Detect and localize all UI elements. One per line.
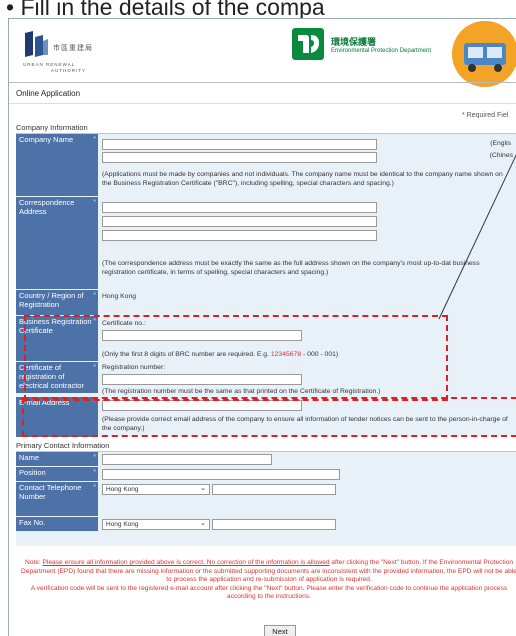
next-button[interactable]: Next [264,625,296,636]
application-window: 市區重建局 URBAN RENEWAL AUTHORITY 環境保護署 Envi… [8,18,516,636]
correspondence-address-cell: (The correspondence address must be exac… [98,197,516,289]
telephone-cell: Hong Kong ⌄ [98,482,516,516]
mascot-logo-icon [452,21,516,87]
note-warning: Please ensure all information provided a… [42,559,330,566]
verification-note: A verification code will be sent to the … [30,584,508,601]
submission-note: Note: Please ensure all information prov… [21,559,516,601]
epd-english-name: Environmental Protection Department [331,48,432,54]
highlight-box-brc [24,315,448,401]
position-cell [98,467,516,481]
ura-english-name-1: URBAN RENEWAL [23,62,76,67]
title-divider [9,103,516,104]
fax-input[interactable] [212,519,336,530]
page-title: Online Application [16,89,81,98]
position-input[interactable] [102,469,340,480]
company-name-english-input[interactable] [102,139,377,150]
epd-chinese-name: 環境保護署 [331,38,377,48]
highlight-box-email [22,397,516,437]
address-line-3-input[interactable] [102,230,377,241]
company-info-title: Company Information [16,123,88,132]
address-line-1-input[interactable] [102,202,377,213]
company-name-label: Company Name * [16,134,98,196]
header-divider [9,82,516,83]
country-label: Country / Region of Registration * [16,290,98,315]
contact-name-input[interactable] [102,454,272,465]
chevron-down-icon: ⌄ [200,520,206,527]
contact-info-title: Primary Contact Information [16,441,110,450]
contact-name-label: Name * [16,452,98,466]
telephone-label: Contact Telephone Number * [16,482,98,516]
required-fields-note: * Required Fiel [462,112,509,119]
company-name-note: (Applications must be made by companies … [102,171,503,187]
english-tag: (Englis [490,140,511,147]
chevron-down-icon: ⌄ [200,485,206,492]
chinese-tag: (Chines [489,152,513,159]
ura-english-name-2: AUTHORITY [51,68,87,73]
country-cell: Hong Kong [98,290,516,315]
ura-mark-icon [25,31,48,57]
slide-caption: • Fill in the details of the compa [6,0,325,20]
contact-name-cell [98,452,516,466]
page-header: 市區重建局 URBAN RENEWAL AUTHORITY 環境保護署 Envi… [9,19,516,87]
fax-cell: Hong Kong ⌄ [98,517,516,531]
telephone-region-select[interactable]: Hong Kong ⌄ [102,484,210,495]
fax-region-select[interactable]: Hong Kong ⌄ [102,519,210,530]
company-name-cell: (Englis (Chines (Applications must be ma… [98,134,516,196]
country-value: Hong Kong [102,293,137,300]
ura-chinese-name: 市區重建局 [53,44,93,52]
correspondence-note: (The correspondence address must be exac… [102,260,480,276]
fax-label: Fax No. [16,517,98,531]
telephone-input[interactable] [212,484,336,495]
company-name-chinese-input[interactable] [102,152,377,163]
correspondence-address-label: Correspondence Address * [16,197,98,289]
contact-info-table: Name * Position * Contact Telephone Number… [16,451,516,546]
position-label: Position * [16,467,98,481]
address-line-2-input[interactable] [102,216,377,227]
epd-mark-icon [292,28,324,60]
